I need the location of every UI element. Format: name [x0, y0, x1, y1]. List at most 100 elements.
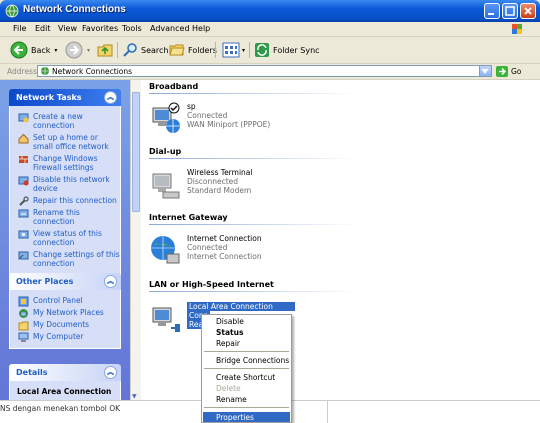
up-folder-icon — [97, 44, 113, 57]
go-arrow-icon — [496, 66, 508, 77]
computer-icon — [18, 332, 29, 342]
collapse-chevron-icon[interactable]: ︽ — [104, 366, 117, 379]
menu-repair[interactable]: Repair — [216, 339, 240, 348]
menu-favorites[interactable]: Favorites — [82, 24, 118, 33]
network-tasks-header[interactable]: Network Tasks ︽ — [9, 89, 121, 106]
title-bar[interactable]: Network Connections — [0, 0, 540, 22]
toolbar-separator — [249, 42, 250, 58]
collapse-chevron-icon[interactable]: ︽ — [104, 275, 117, 288]
toolbar-separator — [215, 42, 216, 58]
place-my-network-places[interactable]: My Network Places — [10, 308, 120, 318]
home-network-icon — [18, 133, 29, 144]
back-button[interactable]: Back ▾ — [10, 41, 57, 59]
folder-sync-icon — [255, 43, 269, 57]
place-my-documents[interactable]: My Documents — [10, 320, 120, 331]
task-view-status[interactable]: View status of this connection — [10, 229, 120, 247]
task-label: Rename this connection — [33, 208, 80, 226]
windows-logo-icon — [512, 24, 522, 34]
menu-delete: Delete — [216, 384, 241, 393]
details-title: Details — [16, 368, 48, 377]
details-header[interactable]: Details ︽ — [9, 364, 121, 381]
task-label: Create a new connection — [33, 112, 83, 130]
menu-separator — [204, 351, 289, 352]
connection-status: Connected — [187, 243, 228, 252]
place-label: My Documents — [33, 320, 90, 329]
place-label: Control Panel — [33, 296, 83, 305]
close-button[interactable] — [520, 3, 536, 19]
place-label: My Network Places — [33, 308, 104, 317]
address-dropdown-button[interactable] — [479, 66, 491, 76]
place-my-computer[interactable]: My Computer — [10, 332, 120, 342]
connection-internet[interactable]: Internet Connection Connected Internet C… — [149, 234, 409, 270]
back-label: Back — [31, 45, 51, 55]
other-places-header[interactable]: Other Places ︽ — [9, 273, 121, 290]
connection-wireless-terminal[interactable]: Wireless Terminal Disconnected Standard … — [149, 168, 409, 204]
forward-button[interactable]: ▾ — [65, 41, 90, 59]
maximize-button[interactable] — [502, 3, 518, 19]
group-dialup: Dial-up — [149, 147, 182, 156]
connection-name: Wireless Terminal — [187, 168, 253, 177]
connection-sp[interactable]: sp Connected WAN Miniport (PPPOE) — [149, 102, 409, 138]
forward-arrow-icon — [65, 41, 83, 59]
documents-folder-icon — [18, 321, 29, 331]
task-create-connection[interactable]: Create a new connection — [10, 112, 120, 130]
group-divider — [149, 158, 359, 159]
task-rename-connection[interactable]: Rename this connection — [10, 208, 120, 226]
go-label: Go — [511, 67, 522, 76]
menu-tools[interactable]: Tools — [122, 24, 142, 33]
task-pane-scrollbar[interactable]: ▼ — [130, 80, 141, 400]
forward-dropdown-icon[interactable]: ▾ — [87, 47, 90, 54]
connection-name: Internet Connection — [187, 234, 262, 243]
menu-help[interactable]: Help — [192, 24, 210, 33]
menu-properties[interactable]: Properties — [216, 413, 254, 422]
menu-edit[interactable]: Edit — [35, 24, 51, 33]
menu-status[interactable]: Status — [216, 328, 243, 337]
window-title: Network Connections — [23, 4, 126, 15]
menu-disable[interactable]: Disable — [216, 317, 244, 326]
views-button[interactable]: ▾ — [222, 41, 245, 59]
task-label: Set up a home or small office network — [33, 133, 109, 151]
views-dropdown-icon[interactable]: ▾ — [242, 47, 245, 54]
scrollbar-thumb[interactable] — [132, 92, 140, 212]
details-body: Local Area Connection — [9, 381, 121, 400]
place-control-panel[interactable]: Control Panel — [10, 296, 120, 307]
connection-name: sp — [187, 102, 196, 111]
minimize-button[interactable] — [484, 3, 500, 19]
scroll-down-arrow-icon[interactable]: ▼ — [132, 393, 137, 400]
network-connections-icon — [41, 67, 49, 75]
back-dropdown-icon[interactable]: ▾ — [54, 47, 57, 54]
menu-separator — [204, 407, 289, 408]
menu-file[interactable]: File — [13, 24, 26, 33]
status-icon — [18, 230, 29, 239]
task-repair-connection[interactable]: Repair this connection — [10, 196, 120, 206]
details-subtitle: Local Area Connection — [17, 387, 112, 396]
collapse-chevron-icon[interactable]: ︽ — [104, 91, 117, 104]
connection-status: Disconnected — [187, 177, 239, 186]
menu-create-shortcut[interactable]: Create Shortcut — [216, 373, 275, 382]
broadband-connection-icon — [152, 102, 180, 133]
toolbar: Back ▾ ▾ Search Folders ▾ Folder Sync — [0, 37, 540, 64]
close-icon — [524, 7, 532, 15]
folders-label: Folders — [188, 45, 217, 55]
details-panel: Details ︽ Local Area Connection — [9, 364, 121, 400]
folder-sync-button[interactable]: Folder Sync — [254, 41, 320, 59]
up-folder-button[interactable] — [96, 41, 114, 59]
menu-advanced[interactable]: Advanced — [150, 24, 190, 33]
go-button[interactable]: Go — [496, 66, 521, 77]
folders-icon — [169, 44, 185, 56]
group-divider — [149, 93, 359, 94]
menu-bridge-connections[interactable]: Bridge Connections — [216, 356, 289, 365]
task-home-network[interactable]: Set up a home or small office network — [10, 133, 120, 151]
search-icon — [123, 43, 137, 57]
search-button[interactable]: Search — [122, 41, 168, 59]
task-disable-device[interactable]: Disable this network device — [10, 175, 120, 193]
menu-view[interactable]: View — [58, 24, 77, 33]
folders-button[interactable]: Folders — [169, 41, 217, 59]
task-change-settings[interactable]: Change settings of this connection — [10, 250, 120, 268]
connection-device: Standard Modem — [187, 186, 252, 195]
menu-rename[interactable]: Rename — [216, 395, 247, 404]
task-firewall-settings[interactable]: Change Windows Firewall settings — [10, 154, 120, 172]
maximize-icon — [505, 6, 515, 16]
address-input[interactable]: Network Connections — [37, 65, 492, 77]
rename-icon — [18, 209, 29, 218]
